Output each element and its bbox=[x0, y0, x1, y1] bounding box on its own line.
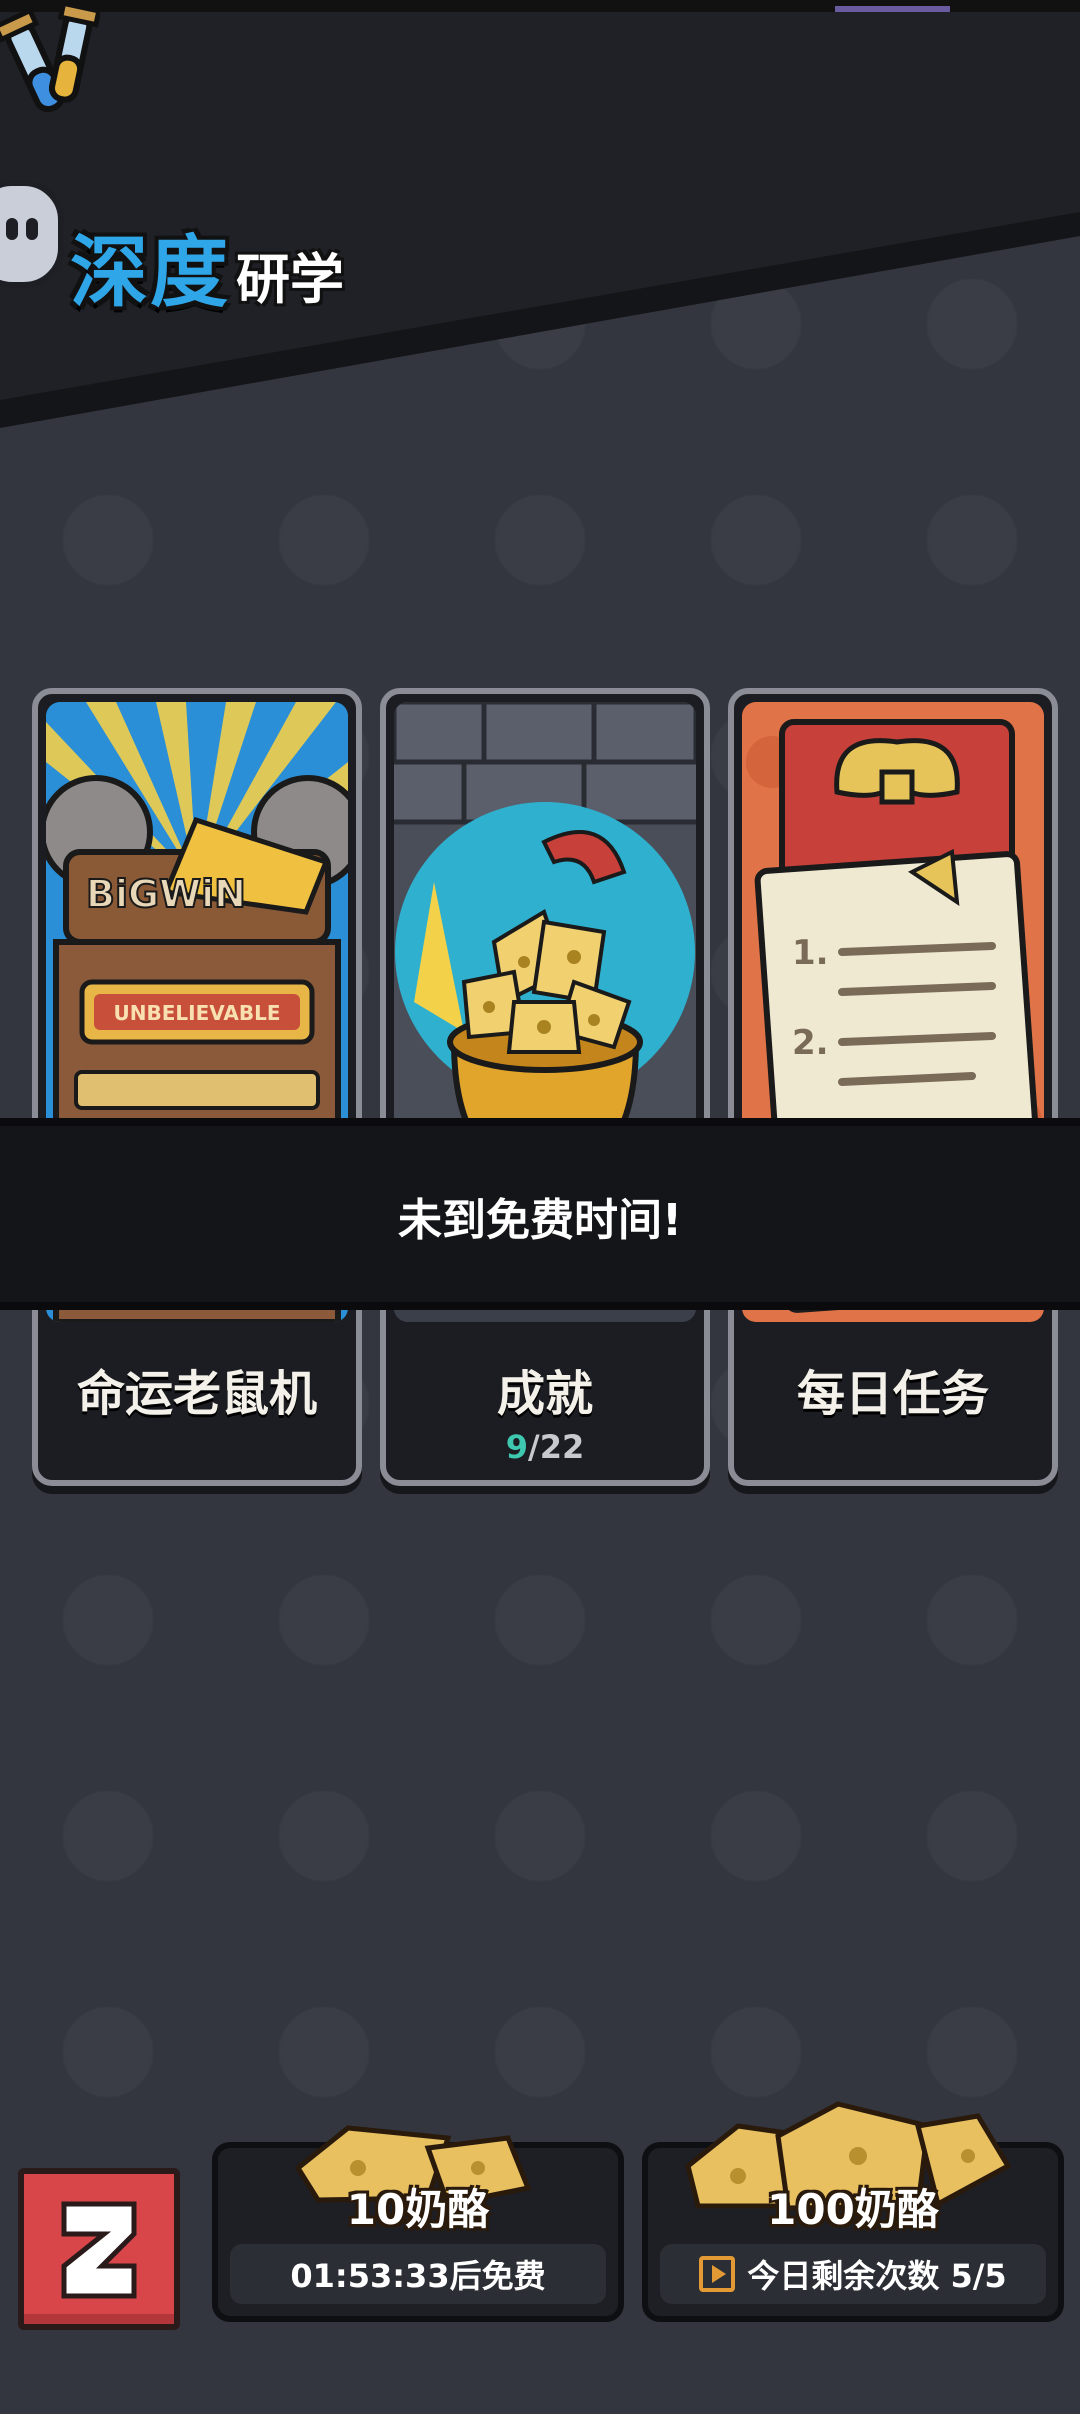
toast-message: 未到免费时间! bbox=[397, 1195, 683, 1246]
progress-total: /22 bbox=[528, 1428, 585, 1466]
list-mark-1: 1. bbox=[792, 933, 829, 973]
back-arrow-icon bbox=[61, 2201, 137, 2299]
reward-timer: 01:53:33后免费 bbox=[230, 2244, 606, 2304]
card-label: 成就 bbox=[496, 1366, 593, 1422]
progress-current: 9 bbox=[505, 1428, 529, 1466]
art-unbelievable-text: UNBELIEVABLE bbox=[114, 1001, 281, 1025]
reward-amount: 10奶酪 bbox=[346, 2185, 490, 2234]
card-achievements[interactable]: 成就 9/22 bbox=[380, 688, 710, 1486]
play-video-icon bbox=[699, 2256, 736, 2292]
card-label: 每日任务 bbox=[796, 1366, 989, 1422]
title-sub: 研学 bbox=[236, 248, 345, 311]
reward-amount: 100奶酪 bbox=[767, 2185, 939, 2234]
list-mark-2: 2. bbox=[792, 1023, 829, 1063]
card-fortune-mouse-machine[interactable]: BiGWiN UNBELIEVABLE 命运老鼠机 bbox=[32, 688, 362, 1486]
toast-banner: 未到免费时间! bbox=[0, 1118, 1080, 1310]
page-title: 深度 研学 bbox=[70, 210, 344, 322]
art-bigwin-text: BiGWiN bbox=[86, 872, 246, 916]
remaining-count-text: 今日剩余次数 5/5 bbox=[747, 2257, 1007, 2295]
mascot-icon bbox=[0, 180, 64, 288]
test-tubes-icon bbox=[0, 0, 100, 113]
card-label: 命运老鼠机 bbox=[76, 1366, 317, 1422]
card-daily-tasks[interactable]: 1. 2. 3. 每日任务 bbox=[728, 688, 1058, 1486]
back-button[interactable] bbox=[18, 2168, 180, 2330]
reward-100-cheese-button[interactable]: 100奶酪 今日剩余次数 5/5 bbox=[642, 2101, 1064, 2322]
reward-10-cheese-button[interactable]: 10奶酪 01:53:33后免费 bbox=[212, 2125, 624, 2322]
reward-remaining: 今日剩余次数 5/5 bbox=[660, 2244, 1046, 2304]
header-banner: 深度 研学 bbox=[0, 0, 1080, 440]
title-main: 深度 bbox=[70, 228, 231, 318]
achievement-progress: 9/22 bbox=[386, 1428, 704, 1466]
